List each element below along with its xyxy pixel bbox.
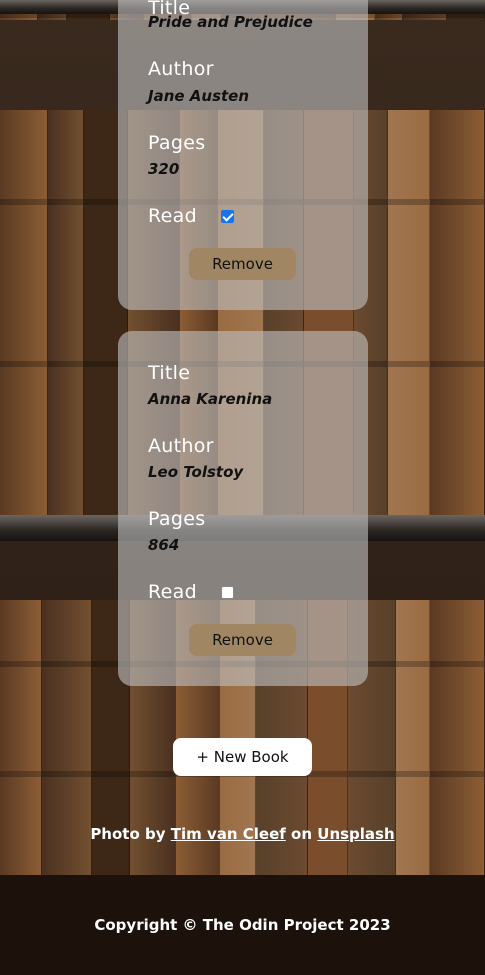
title-label: Title [148, 362, 191, 384]
pages-label: Pages [148, 508, 206, 530]
read-label: Read [148, 581, 197, 603]
book-title: Anna Karenina [148, 390, 273, 408]
read-label: Read [148, 205, 197, 227]
remove-button[interactable]: Remove [189, 624, 296, 656]
library-page: Title Pride and Prejudice Author Jane Au… [0, 0, 485, 875]
author-label: Author [148, 58, 214, 80]
copyright-text: Copyright © The Odin Project 2023 [94, 916, 391, 934]
remove-button[interactable]: Remove [189, 248, 296, 280]
photographer-link[interactable]: Tim van Cleef [171, 825, 286, 843]
read-checkbox[interactable] [221, 210, 234, 223]
new-book-button[interactable]: + New Book [173, 738, 312, 776]
footer: Copyright © The Odin Project 2023 [0, 875, 485, 975]
book-pages: 864 [148, 536, 180, 554]
author-label: Author [148, 435, 214, 457]
photo-credit: Photo by Tim van Cleef on Unsplash [0, 825, 485, 843]
read-checkbox[interactable] [221, 586, 234, 599]
book-pages: 320 [148, 160, 180, 178]
book-card: Title Pride and Prejudice Author Jane Au… [118, 0, 368, 310]
credit-middle: on [291, 825, 313, 843]
book-card: Title Anna Karenina Author Leo Tolstoy P… [118, 331, 368, 686]
book-author: Leo Tolstoy [148, 463, 244, 481]
book-title: Pride and Prejudice [148, 13, 313, 31]
credit-prefix: Photo by [90, 825, 166, 843]
pages-label: Pages [148, 132, 206, 154]
unsplash-link[interactable]: Unsplash [317, 825, 394, 843]
book-author: Jane Austen [148, 87, 250, 105]
